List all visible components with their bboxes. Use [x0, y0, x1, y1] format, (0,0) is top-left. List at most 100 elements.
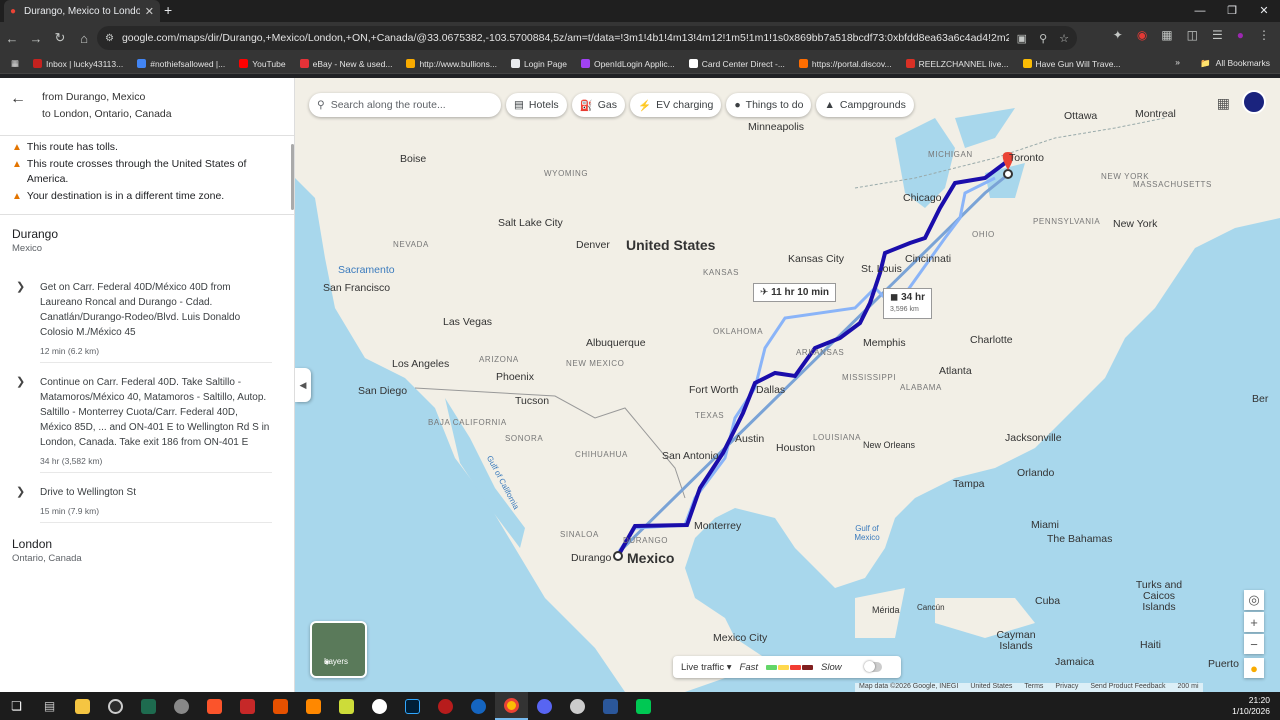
bookmark-item[interactable]: REELZCHANNEL live... [899, 59, 1016, 69]
direction-step[interactable]: ❯ Get on Carr. Federal 40D/México 40D fr… [0, 280, 294, 363]
all-bookmarks[interactable]: 📁 All Bookmarks [1200, 58, 1270, 69]
extension-icon[interactable]: ✦ [1113, 28, 1123, 42]
search-along-route[interactable]: ⚲ Search along the route... [309, 93, 501, 117]
chrome-icon[interactable] [495, 692, 528, 720]
bookmark-item[interactable]: Inbox | lucky43113... [26, 59, 130, 69]
omnibox[interactable]: ⚙ google.com/maps/dir/Durango,+Mexico/Lo… [97, 26, 1077, 50]
traffic-toggle[interactable] [863, 661, 882, 672]
my-location-icon[interactable]: ◎ [1244, 590, 1264, 610]
bookmark-item[interactable]: OpenIdLogin Applic... [574, 59, 682, 69]
account-avatar[interactable] [1242, 90, 1266, 114]
warning-item: ▲ This route crosses through the United S… [12, 158, 247, 185]
file-explorer-icon[interactable] [66, 692, 99, 720]
sidepanel-icon[interactable]: ◫ [1187, 28, 1198, 42]
photoshop-icon[interactable] [396, 692, 429, 720]
site-info-icon[interactable]: ⚙ [105, 33, 114, 44]
chevron-right-icon[interactable]: ❯ [16, 280, 25, 293]
app-icon[interactable] [363, 692, 396, 720]
chip-things-to-do[interactable]: ● Things to do [726, 93, 812, 117]
menu-icon[interactable]: ⋮ [1258, 28, 1270, 42]
vlc-icon[interactable] [297, 692, 330, 720]
footer-link[interactable]: Privacy [1055, 683, 1078, 692]
back-arrow-icon[interactable]: ← [10, 90, 26, 108]
reload-icon[interactable]: ↻ [48, 30, 72, 46]
destination-marker[interactable] [1003, 169, 1013, 179]
footer-link[interactable]: 200 mi [1177, 683, 1198, 692]
footer-link[interactable]: Terms [1024, 683, 1043, 692]
google-apps-icon[interactable]: ▦ [1217, 95, 1230, 112]
zoom-out-button[interactable]: − [1244, 634, 1264, 654]
bookmark-label: REELZCHANNEL live... [918, 58, 1009, 69]
to-location[interactable]: to London, Ontario, Canada [42, 108, 172, 120]
open-in-app-icon[interactable]: ▣ [1017, 32, 1027, 45]
bookmark-item[interactable]: #nothiefsallowed |... [130, 59, 232, 69]
minimize-icon[interactable]: — [1184, 0, 1216, 22]
app-icon[interactable] [429, 692, 462, 720]
discord-icon[interactable] [528, 692, 561, 720]
active-tab[interactable]: ● Durango, Mexico to London, Or ✕ [4, 0, 160, 22]
chip-hotels[interactable]: ▤ Hotels [506, 93, 567, 117]
label-city: Monterrey [694, 520, 742, 532]
media-icon[interactable]: ☰ [1212, 28, 1223, 42]
chevron-right-icon[interactable]: ❯ [16, 375, 25, 388]
url-text[interactable]: google.com/maps/dir/Durango,+Mexico/Lond… [122, 32, 1009, 44]
drive-time-box[interactable]: ◼ 34 hr 3,596 km [883, 288, 932, 319]
back-icon[interactable]: ← [0, 31, 24, 46]
forward-icon[interactable]: → [24, 31, 48, 46]
bookmark-item[interactable]: https://portal.discov... [792, 59, 899, 69]
flight-time-box[interactable]: ✈ 11 hr 10 min [753, 283, 836, 302]
chip-ev-charging[interactable]: ⚡ EV charging [630, 93, 722, 117]
direction-step[interactable]: ❯ Drive to Wellington St 15 min (7.9 km) [0, 485, 294, 523]
task-view-icon[interactable]: ▤ [33, 692, 66, 720]
bookmark-item[interactable]: http://www.bullions... [399, 59, 503, 69]
word-icon[interactable] [594, 692, 627, 720]
origin-marker[interactable] [613, 551, 623, 561]
bookmark-item[interactable]: eBay - New & used... [293, 59, 400, 69]
zoom-icon[interactable]: ⚲ [1039, 32, 1047, 45]
system-clock[interactable]: 21:20 1/10/2026 [1232, 695, 1270, 717]
calculator-icon[interactable] [132, 692, 165, 720]
app-icon[interactable] [99, 692, 132, 720]
map-canvas[interactable]: ◀ ⚲ Search along the route... ▤ Hotels ⛽ G… [295, 78, 1280, 692]
origin-place: Durango Mexico [0, 227, 294, 254]
apps-grid-icon[interactable]: ▦ [4, 58, 26, 69]
app-icon[interactable] [561, 692, 594, 720]
bookmark-item[interactable]: YouTube [232, 59, 292, 69]
app-icon[interactable] [165, 692, 198, 720]
bookmark-label: OpenIdLogin Applic... [593, 58, 675, 69]
app-icon[interactable] [264, 692, 297, 720]
app-icon[interactable] [462, 692, 495, 720]
bookmark-item[interactable]: Have Gun Will Trave... [1016, 59, 1128, 69]
chevron-right-icon[interactable]: ❯ [16, 485, 25, 498]
home-icon[interactable]: ⌂ [72, 31, 96, 46]
more-bookmarks-icon[interactable]: » [1175, 57, 1180, 67]
panel-scrollbar[interactable] [291, 144, 294, 210]
start-icon[interactable]: ❏ [0, 692, 33, 720]
chip-campgrounds[interactable]: ▲ Campgrounds [816, 93, 914, 117]
new-tab-icon[interactable]: + [164, 2, 172, 18]
maximize-icon[interactable]: ❐ [1216, 0, 1248, 22]
bookmark-item[interactable]: Login Page [504, 59, 574, 69]
brave-icon[interactable] [198, 692, 231, 720]
chip-gas[interactable]: ⛽ Gas [571, 93, 626, 117]
from-location[interactable]: from Durango, Mexico [42, 91, 145, 103]
bookmark-item[interactable]: Card Center Direct -... [682, 59, 792, 69]
live-traffic-dropdown[interactable]: Live traffic ▾ [681, 662, 732, 673]
profile-icon[interactable]: ● [1237, 28, 1244, 42]
extensions-puzzle-icon[interactable]: ▦ [1161, 28, 1172, 42]
direction-step[interactable]: ❯ Continue on Carr. Federal 40D. Take Sa… [0, 375, 294, 473]
collapse-panel-button[interactable]: ◀ [295, 368, 311, 402]
close-tab-icon[interactable]: ✕ [145, 5, 154, 18]
street-view-pegman-icon[interactable]: ● [1244, 658, 1264, 678]
extension-red-icon[interactable]: ◉ [1137, 28, 1147, 42]
zoom-in-button[interactable]: + [1244, 612, 1264, 632]
layers-button[interactable]: ◈ Layers [310, 621, 367, 678]
bookmark-star-icon[interactable]: ☆ [1059, 32, 1069, 45]
footer-link[interactable]: Send Product Feedback [1090, 683, 1165, 692]
app-icon[interactable] [330, 692, 363, 720]
app-icon[interactable] [231, 692, 264, 720]
close-window-icon[interactable]: ✕ [1248, 0, 1280, 22]
footer-link[interactable]: United States [970, 683, 1012, 692]
app-icon[interactable] [627, 692, 660, 720]
bookmark-favicon-icon [239, 59, 249, 68]
